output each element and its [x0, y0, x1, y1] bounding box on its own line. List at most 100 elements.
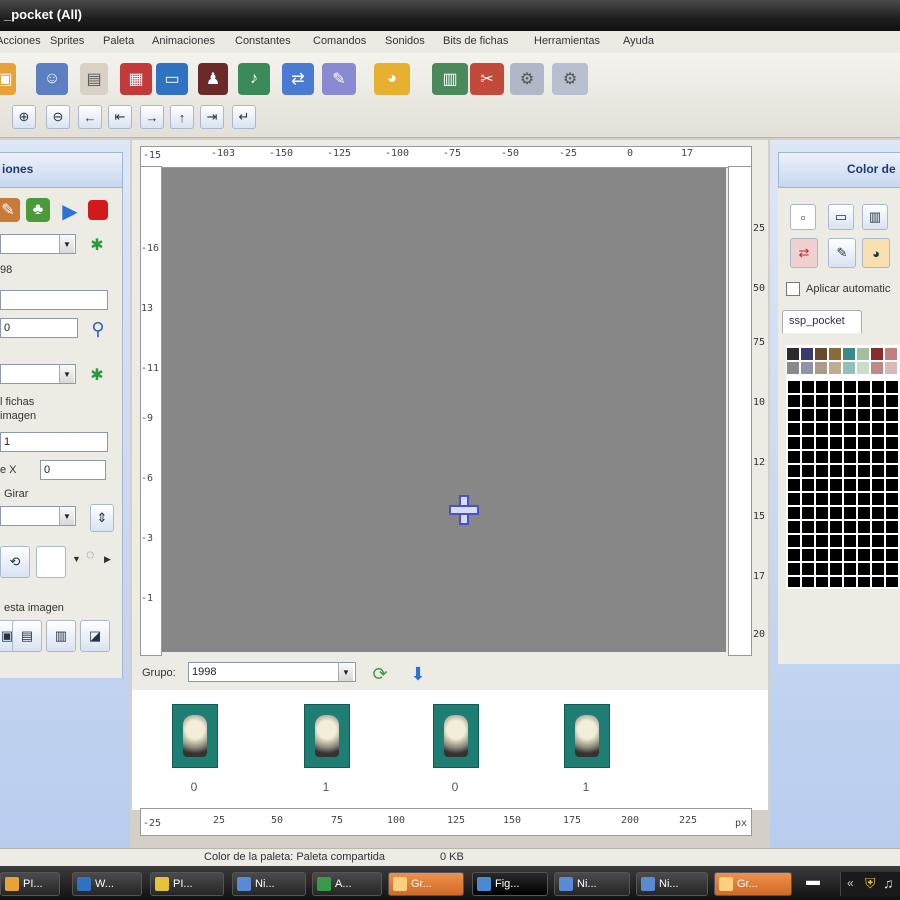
palette-swatch[interactable] — [800, 347, 814, 361]
move-down-icon[interactable]: ⇥ — [200, 105, 224, 129]
palette-icon[interactable]: ◕ — [374, 63, 410, 95]
joystick-icon[interactable]: ♟ — [198, 63, 228, 95]
taskbar-item[interactable]: Ni... — [232, 872, 306, 896]
action-select[interactable]: ▼ — [0, 234, 76, 254]
imagen-input[interactable]: 1 — [0, 432, 108, 452]
triangle-down-icon[interactable]: ▼ — [72, 554, 81, 564]
settings-icon[interactable]: ⚙ — [552, 63, 588, 95]
palette-swatch[interactable] — [856, 347, 870, 361]
image-tool-3-icon[interactable]: ▥ — [46, 620, 76, 652]
move-up-icon[interactable]: ↑ — [170, 105, 194, 129]
sprite-canvas[interactable] — [162, 168, 726, 652]
palette-grid[interactable] — [786, 379, 900, 587]
import-icon[interactable]: ⇄ — [282, 63, 314, 95]
chevron-down-icon[interactable]: ▼ — [59, 235, 74, 253]
palette-swatch[interactable] — [842, 347, 856, 361]
palette-swatch[interactable] — [786, 347, 800, 361]
palette-swatch[interactable] — [870, 347, 884, 361]
type-select[interactable]: ▼ — [0, 364, 76, 384]
play-icon[interactable]: ▶ — [58, 200, 82, 223]
menu-comandos[interactable]: Comandos — [313, 35, 366, 47]
triangle-right-icon[interactable]: ▶ — [104, 554, 111, 565]
palette-swatch[interactable] — [842, 361, 856, 375]
swap-colors-icon[interactable]: ⇄ — [790, 238, 818, 268]
sprite-thumbnail[interactable] — [172, 704, 218, 768]
auto-apply-checkbox[interactable] — [786, 282, 800, 296]
scissors-icon[interactable]: ✂ — [470, 63, 504, 95]
menu-paleta[interactable]: Paleta — [103, 35, 134, 47]
palette-swatch[interactable] — [828, 347, 842, 361]
sprite-thumbnail[interactable] — [564, 704, 610, 768]
show-desktop-icon[interactable]: ▬ — [800, 872, 826, 896]
open-icon[interactable]: ▣ — [0, 63, 16, 95]
spin-icon[interactable]: ⇕ — [90, 504, 114, 532]
cactus-icon[interactable]: ♣ — [26, 198, 50, 222]
add-icon[interactable]: ✱ — [88, 236, 106, 254]
taskbar-item[interactable]: Ni... — [554, 872, 630, 896]
menu-sonidos[interactable]: Sonidos — [385, 35, 425, 47]
group-select[interactable]: 1998 — [188, 662, 356, 682]
eyedropper-icon[interactable]: ✎ — [828, 238, 856, 268]
taskbar-item[interactable]: Gr... — [388, 872, 464, 896]
taskbar-item[interactable]: PI... — [0, 872, 60, 896]
refresh-icon[interactable]: ⟳ — [368, 662, 392, 686]
menu-sprites[interactable]: Sprites — [50, 35, 84, 47]
users-icon[interactable]: ☺ — [36, 63, 68, 95]
image-tool-4-icon[interactable]: ◪ — [80, 620, 110, 652]
menu-acciones[interactable]: Acciones — [0, 35, 41, 47]
chevron-down-icon[interactable]: ▼ — [59, 507, 74, 525]
taskbar-item[interactable]: Ni... — [636, 872, 708, 896]
return-icon[interactable]: ↵ — [232, 105, 256, 129]
palette-swatch[interactable] — [814, 347, 828, 361]
chevron-down-icon[interactable]: ▼ — [338, 663, 353, 681]
zoom-in-icon[interactable]: ⊕ — [12, 105, 36, 129]
window-icon[interactable]: ▭ — [156, 63, 188, 95]
palette-swatch[interactable] — [800, 361, 814, 375]
crosshair-icon[interactable] — [448, 494, 480, 526]
rotate-icon[interactable]: ◌ — [86, 546, 94, 562]
taskbar-item[interactable]: PI... — [150, 872, 224, 896]
volume-icon[interactable]: ♫ — [883, 875, 894, 891]
zoom-out-icon[interactable]: ⊖ — [46, 105, 70, 129]
color-palette[interactable] — [786, 345, 900, 589]
name-input[interactable] — [0, 290, 108, 310]
menu-animaciones[interactable]: Animaciones — [152, 35, 215, 47]
palette-swatch[interactable] — [786, 361, 800, 375]
stop-icon[interactable] — [88, 200, 108, 220]
girar-select[interactable]: ▼ — [0, 506, 76, 526]
add-icon[interactable]: ✱ — [88, 366, 106, 384]
palette-swatch[interactable] — [870, 361, 884, 375]
palette-edit-icon[interactable]: ◕ — [862, 238, 890, 268]
menu-bits-de-fichas[interactable]: Bits de fichas — [443, 35, 508, 47]
menu-ayuda[interactable]: Ayuda — [623, 35, 654, 47]
flip-icon[interactable]: ⟲ — [0, 546, 30, 578]
image-tool-2-icon[interactable]: ▤ — [12, 620, 42, 652]
edit-action-icon[interactable]: ✎ — [0, 198, 20, 222]
arrow-left-icon[interactable]: « — [847, 876, 854, 890]
open-palette-icon[interactable]: ▭ — [828, 204, 854, 230]
tools-icon[interactable]: ⚙ — [510, 63, 544, 95]
palette-swatch[interactable] — [856, 361, 870, 375]
clapper-icon[interactable]: ▦ — [120, 63, 152, 95]
search-icon[interactable]: ⚲ — [86, 318, 110, 340]
sprite-thumbnail[interactable] — [433, 704, 479, 768]
chevron-down-icon[interactable]: ▼ — [59, 365, 74, 383]
palette-swatch[interactable] — [884, 347, 898, 361]
palette-swatch[interactable] — [884, 361, 898, 375]
sound-icon[interactable]: ♪ — [238, 63, 270, 95]
sprite-thumbnail[interactable] — [304, 704, 350, 768]
menu-herramientas[interactable]: Herramientas — [534, 35, 600, 47]
save-palette-icon[interactable]: ▥ — [862, 204, 888, 230]
edit-icon[interactable]: ✎ — [322, 63, 356, 95]
align-left-icon[interactable]: ⇤ — [108, 105, 132, 129]
save-icon[interactable]: ▥ — [432, 63, 468, 95]
download-icon[interactable]: ⬇ — [406, 662, 430, 686]
taskbar-item[interactable]: W... — [72, 872, 142, 896]
menu-constantes[interactable]: Constantes — [235, 35, 291, 47]
move-right-icon[interactable]: → — [140, 105, 164, 129]
move-left-icon[interactable]: ← — [78, 105, 102, 129]
palette-swatch[interactable] — [828, 361, 842, 375]
palette-tab[interactable]: ssp_pocket — [782, 310, 862, 333]
taskbar-item[interactable]: A... — [312, 872, 382, 896]
taskbar-item[interactable]: Gr... — [714, 872, 792, 896]
